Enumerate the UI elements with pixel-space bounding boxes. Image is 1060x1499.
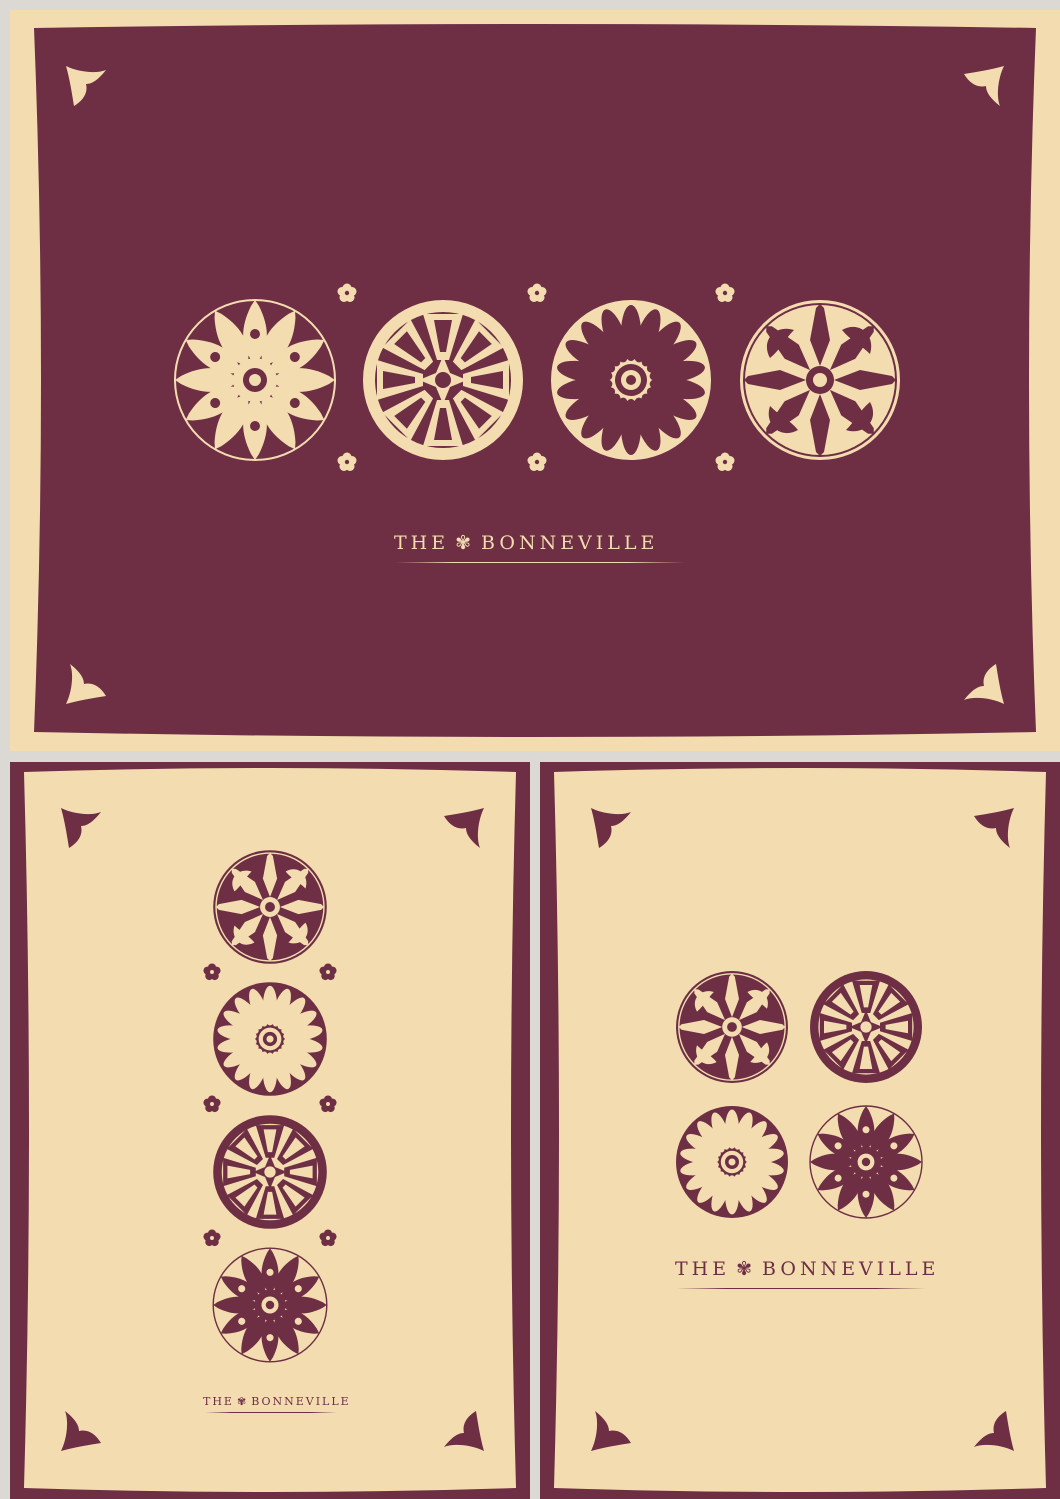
daisy-medallion-icon xyxy=(551,300,711,460)
wordmark-underline xyxy=(676,1288,926,1289)
corner-ornament-icon xyxy=(444,808,484,848)
card-portrait-column: THE ✾ BONNEVILLE xyxy=(10,762,530,1499)
gothic-medallion-icon xyxy=(363,300,523,460)
corner-ornament-icon xyxy=(61,808,101,848)
wordmark-the: THE xyxy=(394,532,450,554)
corner-ornament-icon xyxy=(591,1411,631,1451)
daisy-medallion-icon xyxy=(676,1106,788,1218)
wordmark-underline xyxy=(205,1412,337,1413)
corner-ornament-icon xyxy=(61,1411,101,1451)
wordmark-the: THE xyxy=(675,1258,731,1280)
small-rosette-icon xyxy=(527,452,547,471)
card-portrait-grid-art xyxy=(591,808,1014,1451)
daisy-medallion-icon xyxy=(213,982,327,1096)
corner-ornament-icon xyxy=(974,808,1014,848)
small-rosette-icon xyxy=(715,452,735,471)
card-landscape-art xyxy=(66,66,1004,704)
small-rosette-icon xyxy=(337,452,357,471)
corner-ornament-icon xyxy=(964,66,1004,106)
cross-medallion-icon xyxy=(676,971,788,1083)
corner-ornament-icon xyxy=(444,1411,484,1451)
wordmark: THE ✾ BONNEVILLE xyxy=(203,1395,351,1408)
cross-medallion-icon xyxy=(213,850,327,964)
corner-ornament-icon xyxy=(66,664,106,704)
wordmark-rosette-icon: ✾ xyxy=(236,1395,249,1408)
lily-medallion-icon xyxy=(810,1106,922,1218)
cross-medallion-icon xyxy=(740,300,900,460)
small-rosette-icon xyxy=(319,1229,337,1247)
wordmark: THE ✾ BONNEVILLE xyxy=(394,532,658,554)
wordmark-name: BONNEVILLE xyxy=(762,1258,940,1280)
small-rosette-icon xyxy=(203,1229,221,1247)
small-rosette-icon xyxy=(319,1095,337,1113)
wordmark-the: THE xyxy=(203,1395,234,1408)
small-rosette-icon xyxy=(715,283,735,302)
small-rosette-icon xyxy=(527,283,547,302)
card-portrait-column-art xyxy=(61,808,484,1451)
lily-medallion-icon xyxy=(175,300,335,460)
small-rosette-icon xyxy=(337,283,357,302)
wordmark-rosette-icon: ✾ xyxy=(736,1258,757,1280)
wordmark: THE ✾ BONNEVILLE xyxy=(675,1258,939,1280)
wordmark-name: BONNEVILLE xyxy=(481,532,659,554)
corner-ornament-icon xyxy=(964,664,1004,704)
lily-medallion-icon xyxy=(213,1248,327,1362)
card-landscape: THE ✾ BONNEVILLE xyxy=(10,10,1060,751)
gothic-medallion-icon xyxy=(810,971,922,1083)
wordmark-underline xyxy=(395,562,685,563)
small-rosette-icon xyxy=(203,1095,221,1113)
card-portrait-grid: THE ✾ BONNEVILLE xyxy=(540,762,1060,1499)
gothic-medallion-icon xyxy=(213,1115,327,1229)
wordmark-name: BONNEVILLE xyxy=(251,1395,351,1408)
wordmark-rosette-icon: ✾ xyxy=(455,532,476,554)
corner-ornament-icon xyxy=(591,808,631,848)
small-rosette-icon xyxy=(319,963,337,981)
corner-ornament-icon xyxy=(66,66,106,106)
corner-ornament-icon xyxy=(974,1411,1014,1451)
small-rosette-icon xyxy=(203,963,221,981)
